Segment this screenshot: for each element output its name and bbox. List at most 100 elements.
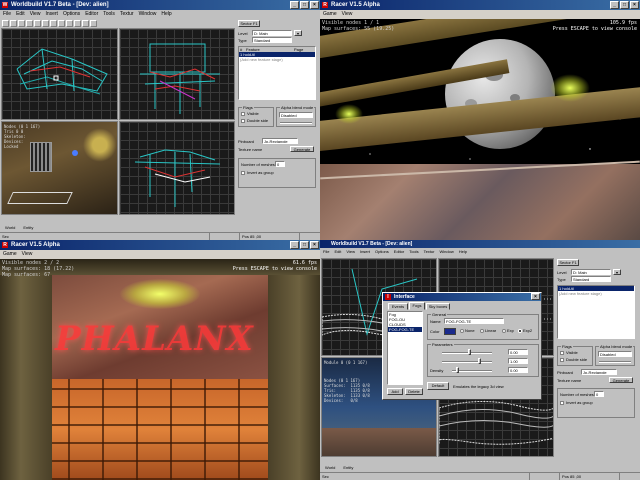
list-item[interactable]: FOG-FOG-TE <box>388 327 422 332</box>
tool-select-icon[interactable] <box>50 20 57 27</box>
tool-move-icon[interactable] <box>58 20 65 27</box>
mode-exp2-radio[interactable] <box>518 329 522 333</box>
start-value[interactable]: 0.00 <box>508 349 528 355</box>
density-slider-thumb[interactable] <box>456 367 459 373</box>
start-slider-thumb[interactable] <box>468 349 471 355</box>
meshes-input[interactable]: 0 <box>594 391 604 397</box>
close-button[interactable]: × <box>310 241 319 249</box>
tab-world[interactable]: World <box>2 223 18 232</box>
mode-exp-radio[interactable] <box>502 329 506 333</box>
list-item[interactable]: (Add new feature stage) <box>239 57 315 62</box>
menu-view[interactable]: View <box>342 10 353 19</box>
game-viewport[interactable]: Visible nodes 1 / 1 Map surfaces: 55 (19… <box>320 19 640 240</box>
close-button[interactable]: × <box>310 1 319 9</box>
feature-list[interactable]: # Feature Page 1 hold-til (Add new featu… <box>238 46 316 100</box>
type-select[interactable]: Standard <box>252 37 292 43</box>
menu-window[interactable]: Window <box>439 248 453 256</box>
tool-paste-icon[interactable] <box>42 20 49 27</box>
alpha-slider[interactable] <box>599 361 631 363</box>
menu-textur[interactable]: Textur <box>424 248 435 256</box>
type-select[interactable]: Standard <box>571 276 611 282</box>
tool-scale-icon[interactable] <box>74 20 81 27</box>
invert-group-checkbox[interactable] <box>241 171 245 175</box>
menu-help[interactable]: Help <box>161 10 171 19</box>
level-select[interactable]: D: Main <box>571 269 611 275</box>
menu-edit[interactable]: Edit <box>16 10 25 19</box>
invert-group-checkbox[interactable] <box>560 401 564 405</box>
visible-checkbox[interactable] <box>241 112 245 116</box>
menu-view[interactable]: View <box>22 250 33 259</box>
menu-editor[interactable]: Editor <box>394 248 404 256</box>
menu-options[interactable]: Options <box>375 248 389 256</box>
menu-edit[interactable]: Edit <box>334 248 341 256</box>
double-side-checkbox[interactable] <box>241 119 245 123</box>
menu-tools[interactable]: Tools <box>103 10 115 19</box>
sector-button[interactable]: Sector F1 <box>238 20 260 27</box>
menu-game[interactable]: Game <box>3 250 17 259</box>
menu-view[interactable]: View <box>30 10 41 19</box>
meshes-input[interactable]: 0 <box>275 161 285 167</box>
alpha-select[interactable]: Disabled <box>598 351 632 357</box>
maximize-button[interactable]: □ <box>620 1 629 9</box>
pinboard-select[interactable]: Jp-Rectangle <box>262 138 298 144</box>
level-dropdown-icon[interactable]: ▾ <box>294 30 302 36</box>
tool-zoom-icon[interactable] <box>82 20 89 27</box>
tab-events[interactable]: Events <box>388 303 408 310</box>
menu-insert[interactable]: Insert <box>360 248 370 256</box>
feature-list[interactable]: 1 hold-til (Add new feature stage) <box>557 285 635 339</box>
menu-window[interactable]: Window <box>139 10 157 19</box>
menu-editor[interactable]: Editor <box>85 10 98 19</box>
delete-button[interactable]: Delete <box>405 388 423 395</box>
viewport-top[interactable] <box>1 28 118 120</box>
end-slider[interactable] <box>442 361 492 363</box>
end-slider-thumb[interactable] <box>478 358 481 364</box>
viewport-front[interactable] <box>119 28 235 120</box>
menu-file[interactable]: File <box>3 10 11 19</box>
dialog-close-button[interactable]: × <box>531 293 540 300</box>
tool-cut-icon[interactable] <box>26 20 33 27</box>
tool-new-icon[interactable] <box>2 20 9 27</box>
add-button[interactable]: Add <box>387 388 403 395</box>
pinboard-select[interactable]: Jp-Rectangle <box>581 369 617 375</box>
game-viewport[interactable]: PHALANX Visible nodes 2 / 2 Map surfaces… <box>0 259 320 480</box>
fog-list[interactable]: Fog FOG-OU CLOUDS FOG-FOG-TE <box>387 311 423 385</box>
generate-button[interactable]: Generate <box>609 377 633 383</box>
start-slider[interactable] <box>442 352 492 354</box>
sector-button[interactable]: Sector F1 <box>557 259 579 266</box>
generate-button[interactable]: Generate <box>290 146 314 152</box>
viewport-side[interactable] <box>119 121 235 215</box>
minimize-button[interactable]: _ <box>610 1 619 9</box>
maximize-button[interactable]: □ <box>300 1 309 9</box>
alpha-select[interactable]: Disabled <box>279 112 313 118</box>
tool-rotate-icon[interactable] <box>66 20 73 27</box>
menu-tools[interactable]: Tools <box>409 248 418 256</box>
mode-none-radio[interactable] <box>460 329 464 333</box>
tab-world[interactable]: World <box>322 463 338 472</box>
minimize-button[interactable]: _ <box>290 241 299 249</box>
visible-checkbox[interactable] <box>560 351 564 355</box>
mode-linear-radio[interactable] <box>480 329 484 333</box>
menu-insert[interactable]: Insert <box>45 10 58 19</box>
menu-help[interactable]: Help <box>459 248 467 256</box>
tool-grid-icon[interactable] <box>90 20 97 27</box>
tab-entity[interactable]: Entity <box>340 463 356 472</box>
level-select[interactable]: D: Main <box>252 30 292 36</box>
default-button[interactable]: Default <box>427 382 449 390</box>
tab-sky-boxes[interactable]: Sky boxes <box>426 303 450 310</box>
tool-open-icon[interactable] <box>10 20 17 27</box>
viewport-3d-preview[interactable]: Nodes (0 1 167) Tris 0 0 Skeleton: Devic… <box>1 121 118 215</box>
menu-textur[interactable]: Textur <box>120 10 134 19</box>
menu-game[interactable]: Game <box>323 10 337 19</box>
double-side-checkbox[interactable] <box>560 358 564 362</box>
fog-color-swatch[interactable] <box>444 328 456 335</box>
menu-view[interactable]: View <box>346 248 355 256</box>
menu-file[interactable]: File <box>323 248 329 256</box>
menu-options[interactable]: Options <box>63 10 80 19</box>
tab-entity[interactable]: Entity <box>20 223 36 232</box>
alpha-slider[interactable] <box>280 122 312 124</box>
end-value[interactable]: 1.00 <box>508 358 528 364</box>
minimize-button[interactable]: _ <box>290 1 299 9</box>
maximize-button[interactable]: □ <box>300 241 309 249</box>
density-value[interactable]: 0.00 <box>508 367 528 373</box>
level-dropdown-icon[interactable]: ▾ <box>613 269 621 275</box>
